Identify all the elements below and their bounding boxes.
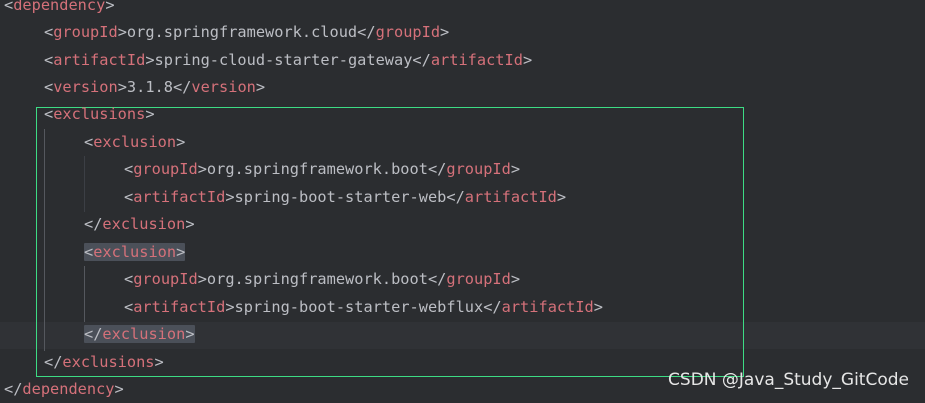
indent-guide (44, 129, 45, 351)
code-line[interactable]: </exclusion> (84, 211, 195, 238)
tag-bracket: </ (44, 353, 63, 371)
tag-bracket: < (124, 188, 134, 206)
tag-bracket: </ (427, 270, 447, 288)
tag-bracket: > (197, 160, 207, 178)
tag-bracket: < (44, 23, 54, 41)
tag-name: dependency (22, 380, 115, 398)
tag-name: artifactId (133, 298, 226, 316)
tag-name: exclusion (93, 133, 177, 151)
tag-bracket: < (84, 243, 94, 261)
tag-bracket: > (117, 23, 127, 41)
code-line[interactable]: <exclusion> (84, 129, 185, 156)
tag-bracket: </ (446, 188, 465, 206)
tag-bracket: > (185, 325, 195, 343)
tag-bracket: > (255, 78, 266, 96)
tag-bracket: > (145, 51, 155, 69)
tag-name: groupId (53, 23, 118, 41)
tag-bracket: > (593, 298, 603, 316)
tag-bracket: < (44, 51, 54, 69)
indent-guide (84, 266, 85, 322)
tag-bracket: > (510, 160, 521, 178)
tag-value: org.springframework.boot (206, 270, 428, 288)
tag-bracket: > (510, 270, 521, 288)
tag-bracket: > (154, 353, 164, 371)
tag-bracket: < (44, 105, 54, 123)
tag-bracket: </ (84, 325, 103, 343)
code-line[interactable]: <exclusions> (44, 101, 155, 128)
matched-tag-highlight: <exclusion> (84, 243, 186, 261)
tag-bracket: < (4, 0, 14, 14)
tag-value: org.springframework.cloud (126, 23, 358, 41)
tag-bracket: < (124, 270, 134, 288)
tag-bracket: </ (4, 380, 23, 398)
matched-tag-highlight: </exclusion> (84, 325, 195, 343)
tag-bracket: </ (412, 51, 431, 69)
code-line[interactable]: <exclusion> (84, 239, 186, 266)
code-line[interactable]: <artifactId>spring-boot-starter-webflux<… (124, 294, 603, 321)
tag-name: exclusions (53, 105, 146, 123)
tag-bracket: > (556, 188, 567, 206)
tag-name: artifactId (53, 51, 146, 69)
tag-name: exclusion (102, 325, 186, 343)
code-line[interactable]: <version>3.1.8</version> (44, 74, 265, 101)
tag-bracket: > (105, 0, 115, 14)
tag-bracket: > (197, 270, 207, 288)
tag-name: dependency (13, 0, 106, 14)
tag-bracket: > (185, 215, 195, 233)
tag-name: groupId (133, 160, 198, 178)
tag-name: groupId (375, 23, 441, 41)
tag-name: artifactId (430, 51, 523, 69)
tag-bracket: </ (427, 160, 447, 178)
tag-value: spring-cloud-starter-gateway (154, 51, 413, 69)
tag-bracket: > (225, 298, 235, 316)
tag-bracket: > (114, 380, 124, 398)
code-line[interactable]: <artifactId>spring-boot-starter-web</art… (124, 184, 566, 211)
tag-name: groupId (446, 160, 511, 178)
tag-bracket: < (124, 160, 134, 178)
tag-name: groupId (133, 270, 198, 288)
tag-bracket: </ (84, 215, 103, 233)
tag-bracket: > (145, 105, 155, 123)
tag-bracket: < (124, 298, 134, 316)
code-line[interactable]: <groupId>org.springframework.cloud</grou… (44, 19, 449, 46)
code-line[interactable]: <dependency> (4, 0, 115, 19)
code-line[interactable]: </exclusion> (84, 321, 195, 348)
tag-bracket: < (84, 133, 94, 151)
tag-name: version (53, 78, 118, 96)
tag-value: org.springframework.boot (206, 160, 428, 178)
tag-name: groupId (446, 270, 511, 288)
code-line[interactable]: </exclusions> (44, 349, 164, 376)
tag-name: artifactId (501, 298, 594, 316)
code-editor[interactable]: <dependency> <groupId>org.springframework… (0, 0, 925, 402)
code-line[interactable]: </dependency> (4, 376, 124, 403)
tag-bracket: > (522, 51, 533, 69)
tag-name: exclusions (62, 353, 155, 371)
tag-value: spring-boot-starter-webflux (234, 298, 484, 316)
indent-guide (84, 156, 85, 212)
tag-value: 3.1.8 (126, 78, 173, 96)
tag-name: version (191, 78, 256, 96)
tag-name: artifactId (133, 188, 226, 206)
tag-name: exclusion (93, 243, 177, 261)
tag-bracket: < (44, 78, 54, 96)
tag-bracket: > (225, 188, 235, 206)
code-line[interactable]: <groupId>org.springframework.boot</group… (124, 266, 520, 293)
code-line[interactable]: <groupId>org.springframework.boot</group… (124, 156, 520, 183)
tag-bracket: </ (357, 23, 376, 41)
tag-name: artifactId (464, 188, 557, 206)
tag-bracket: > (176, 243, 186, 261)
tag-bracket: > (176, 133, 186, 151)
tag-bracket: </ (172, 78, 192, 96)
tag-value: spring-boot-starter-web (234, 188, 447, 206)
tag-bracket: > (440, 23, 450, 41)
tag-name: exclusion (102, 215, 186, 233)
tag-bracket: </ (483, 298, 502, 316)
code-line[interactable]: <artifactId>spring-cloud-starter-gateway… (44, 47, 532, 74)
watermark: CSDN @Java_Study_GitCode (668, 370, 909, 390)
tag-bracket: > (117, 78, 127, 96)
